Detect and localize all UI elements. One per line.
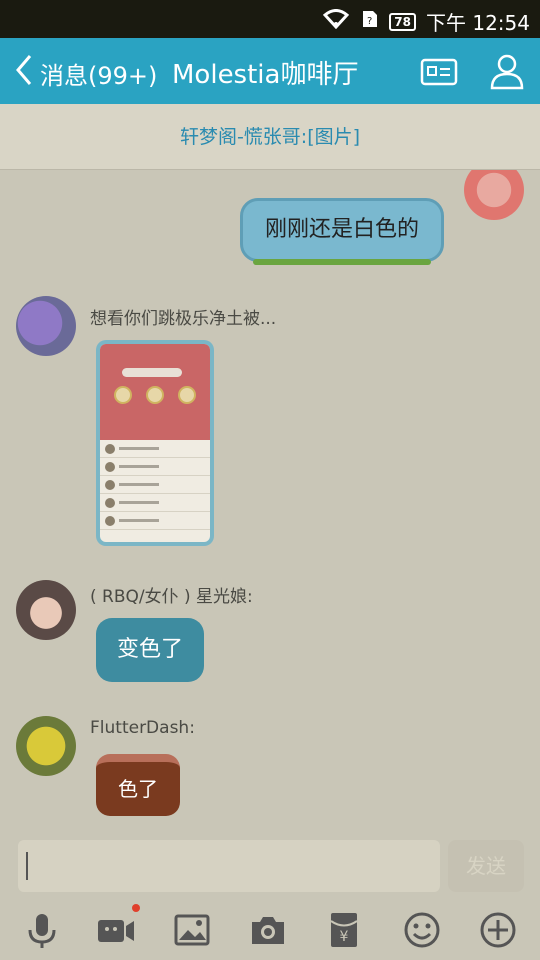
wifi-icon <box>323 9 350 34</box>
avatar[interactable] <box>464 170 524 220</box>
message-bubble-self[interactable]: 刚刚还是白色的 <box>240 198 444 265</box>
avatar[interactable] <box>16 716 76 776</box>
list-item <box>100 476 210 494</box>
battery-indicator: 78 <box>389 12 416 31</box>
avatar[interactable] <box>16 296 76 356</box>
screenshot-header <box>100 344 210 440</box>
message-input[interactable] <box>18 840 440 892</box>
chevron-left-icon <box>12 52 36 94</box>
text-caret <box>26 852 28 880</box>
back-button[interactable]: 消息(99+) <box>12 52 157 94</box>
status-bar: ? 78 下午 12:54 <box>0 0 540 38</box>
message-bubble[interactable]: 色了 <box>96 754 180 816</box>
list-item <box>100 494 210 512</box>
camera-icon[interactable] <box>246 908 290 952</box>
clock: 下午 12:54 <box>426 11 530 35</box>
group-card-icon[interactable] <box>418 50 460 92</box>
shared-screenshot <box>100 344 210 542</box>
list-item <box>100 458 210 476</box>
svg-text:¥: ¥ <box>340 929 349 945</box>
input-bar: 发送 <box>0 838 540 898</box>
group-members-icon[interactable] <box>486 50 528 92</box>
plus-icon[interactable] <box>476 908 520 952</box>
chat-area[interactable]: 刚刚还是白色的 想看你们跳极乐净土被... ( RBQ/女仆 ) 星光娘: 变色… <box>0 170 540 838</box>
mic-icon[interactable] <box>20 908 64 952</box>
chat-title: Molestia咖啡厅 <box>172 60 359 90</box>
avatar[interactable] <box>16 580 76 640</box>
sender-name: 想看你们跳极乐净土被... <box>90 309 277 329</box>
message-text: 色了 <box>118 777 158 801</box>
red-packet-icon[interactable]: ¥ <box>322 908 366 952</box>
title-bar: 消息(99+) Molestia咖啡厅 <box>0 38 540 104</box>
sim-icon: ? <box>359 9 379 34</box>
medal-icon <box>114 386 132 404</box>
status-icons: ? 78 下午 12:54 <box>323 7 530 36</box>
medal-icon <box>146 386 164 404</box>
svg-text:?: ? <box>367 16 372 27</box>
message-text: 变色了 <box>116 637 183 662</box>
sender-name: FlutterDash: <box>90 718 195 738</box>
bottom-toolbar: ¥ <box>0 898 540 960</box>
medal-icon <box>178 386 196 404</box>
notification-dot <box>132 904 140 912</box>
image-icon[interactable] <box>170 908 214 952</box>
latest-message-notice[interactable]: 轩梦阁-慌张哥:[图片] <box>0 104 540 170</box>
send-button[interactable]: 发送 <box>448 840 524 892</box>
list-item <box>100 440 210 458</box>
sender-name: ( RBQ/女仆 ) 星光娘: <box>90 587 253 607</box>
message-text: 刚刚还是白色的 <box>264 217 419 242</box>
screenshot-tabs <box>122 368 182 377</box>
message-bubble[interactable]: 变色了 <box>96 618 204 682</box>
image-message[interactable] <box>96 340 214 546</box>
list-item <box>100 512 210 530</box>
video-icon[interactable] <box>94 904 140 952</box>
emoji-icon[interactable] <box>400 908 444 952</box>
back-label: 消息(99+) <box>40 61 158 90</box>
